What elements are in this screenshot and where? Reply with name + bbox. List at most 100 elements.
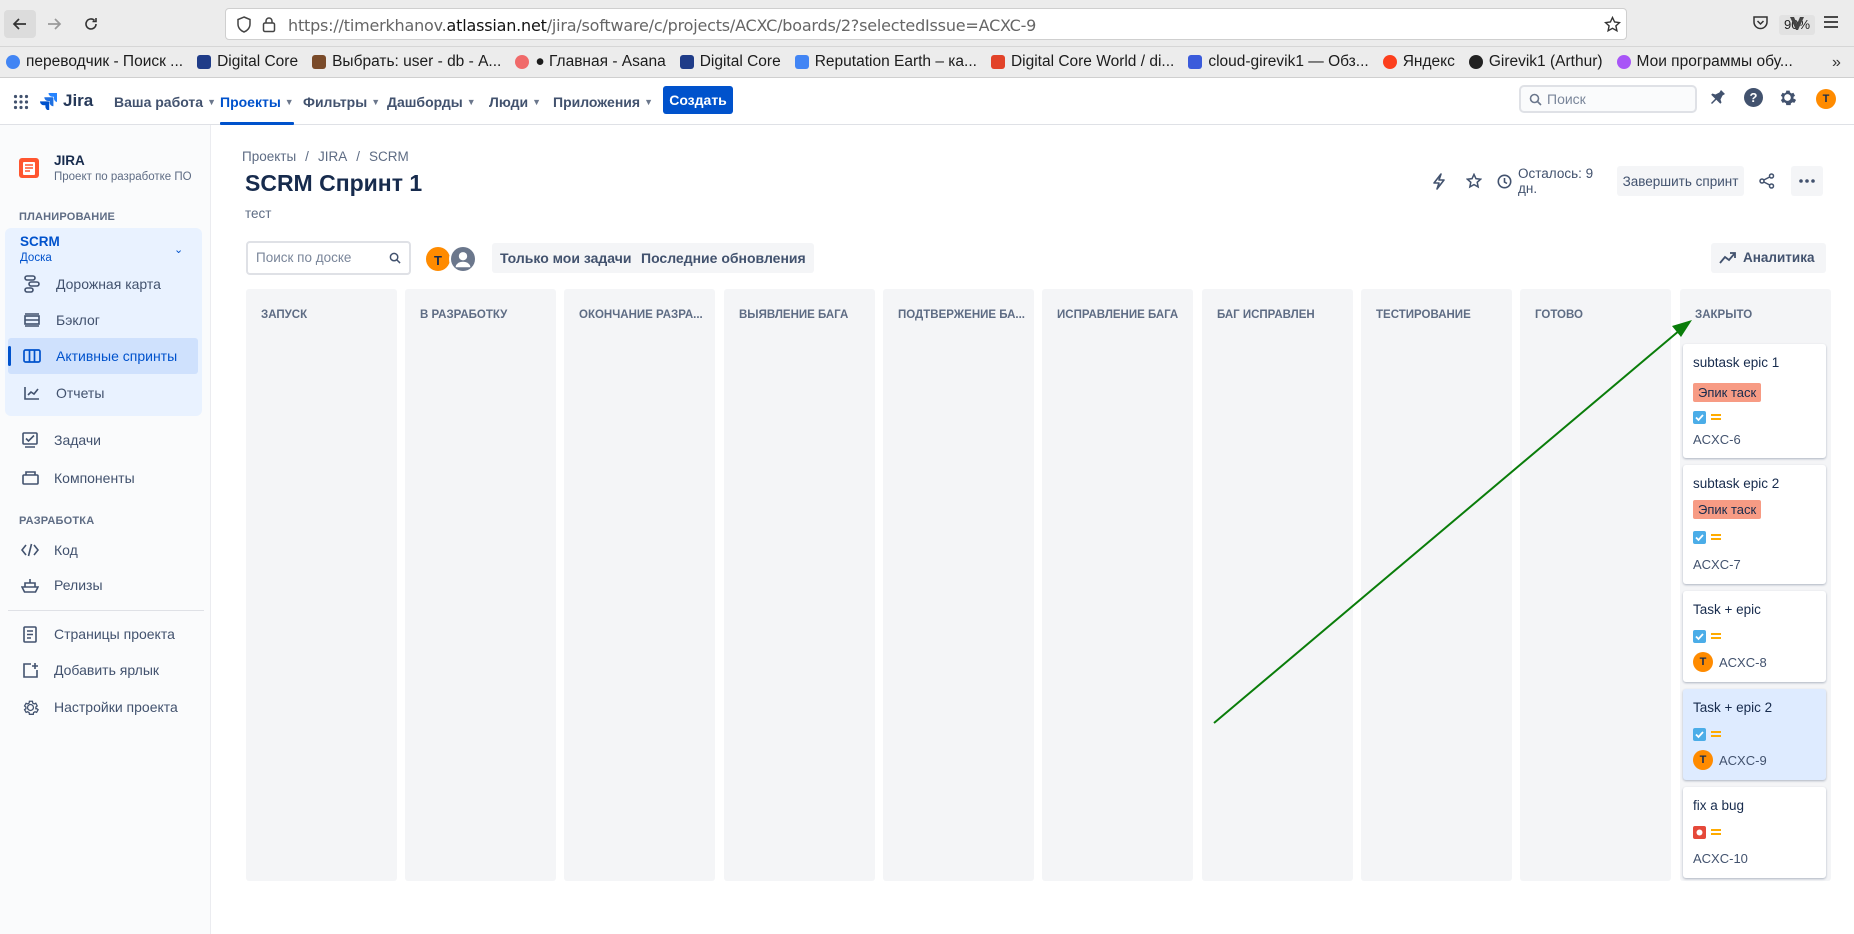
issue-card[interactable]: fix a bug ACXC-10 xyxy=(1683,787,1826,878)
nav-your-work[interactable]: Ваша работа ▼ xyxy=(114,78,216,125)
sidebar-item-roadmap[interactable]: Дорожная карта xyxy=(22,268,161,300)
breadcrumb-board[interactable]: SCRM xyxy=(369,149,409,164)
bookmark-item[interactable]: Выбрать: user - db - А... xyxy=(312,53,501,71)
sprint-goal: тест xyxy=(245,206,272,221)
reload-button[interactable] xyxy=(75,10,107,38)
sidebar-item-backlog[interactable]: Бэклог xyxy=(22,304,100,336)
unassigned-avatar-icon[interactable] xyxy=(449,245,477,273)
complete-sprint-button[interactable]: Завершить спринт xyxy=(1617,166,1744,196)
sidebar-item-components[interactable]: Компоненты xyxy=(20,462,135,494)
sidebar-divider xyxy=(8,610,204,611)
project-name[interactable]: JIRA xyxy=(54,153,85,168)
bookmark-item[interactable]: переводчик - Поиск ... xyxy=(6,53,183,71)
bookmark-item[interactable]: ● Главная - Asana xyxy=(515,53,666,71)
back-button[interactable] xyxy=(4,10,36,38)
more-actions-button[interactable] xyxy=(1791,166,1823,196)
board-column: ВЫЯВЛЕНИЕ БАГА xyxy=(724,289,875,881)
global-search-input[interactable]: Поиск xyxy=(1519,85,1697,113)
nav-people[interactable]: Люди ▼ xyxy=(489,78,541,125)
bookmark-item[interactable]: Digital Core World / di... xyxy=(990,53,1175,71)
issue-card-selected[interactable]: Task + epic 2 T ACXC-9 xyxy=(1683,689,1826,780)
card-title: subtask epic 1 xyxy=(1693,355,1780,370)
bookmark-item[interactable]: Яндекс xyxy=(1382,53,1455,71)
url-path: /jira/software/c/projects/ACXC/boards/2?… xyxy=(546,16,1037,35)
code-icon xyxy=(20,543,40,557)
nav-dashboards[interactable]: Дашборды ▼ xyxy=(387,78,476,125)
bookmark-label: Digital Core World / di... xyxy=(1010,53,1175,70)
sidebar-item-releases[interactable]: Релизы xyxy=(20,569,103,601)
forward-button[interactable] xyxy=(38,10,70,38)
nav-apps[interactable]: Приложения ▼ xyxy=(553,78,653,125)
settings-gear-icon[interactable] xyxy=(1778,88,1797,107)
sidebar-item-active-sprints[interactable]: Активные спринты xyxy=(22,340,177,372)
menu-icon[interactable] xyxy=(1823,15,1839,29)
bookmark-item[interactable]: cloud-girevik1 — Обз... xyxy=(1188,53,1369,71)
jira-logo[interactable]: Jira xyxy=(40,91,93,111)
sidebar-item-project-pages[interactable]: Страницы проекта xyxy=(20,618,175,650)
bookmark-star-icon[interactable] xyxy=(1604,16,1621,33)
bookmark-item[interactable]: Digital Core xyxy=(197,53,298,71)
bookmarks-overflow-icon[interactable]: » xyxy=(1832,54,1841,72)
insights-button[interactable]: Аналитика xyxy=(1711,243,1826,273)
assignee-avatar[interactable]: T xyxy=(1693,652,1713,672)
board-search-placeholder: Поиск по доске xyxy=(256,250,352,265)
issue-card[interactable]: subtask epic 2 Эпик таск ACXC-7 xyxy=(1683,465,1826,584)
column-title: ВЫЯВЛЕНИЕ БАГА xyxy=(739,309,849,321)
bookmark-item[interactable]: Мои программы обу... xyxy=(1616,53,1793,71)
nav-label: Проекты xyxy=(220,93,281,110)
sidebar-item-reports[interactable]: Отчеты xyxy=(22,377,104,409)
recently-updated-filter[interactable]: Последние обновления xyxy=(633,243,814,273)
bookmark-item[interactable]: Digital Core xyxy=(679,53,781,71)
url-bar[interactable]: https://timerkhanov.atlassian.net/jira/s… xyxy=(225,8,1815,40)
sidebar-item-label: Компоненты xyxy=(54,470,135,486)
assignee-avatar[interactable]: T xyxy=(1693,750,1713,770)
only-my-issues-filter[interactable]: Только мои задачи xyxy=(492,243,640,273)
nav-filters[interactable]: Фильтры ▼ xyxy=(303,78,380,125)
bookmark-item[interactable]: Girevik1 (Arthur) xyxy=(1468,53,1603,71)
help-icon[interactable]: ? xyxy=(1744,88,1763,107)
star-button[interactable] xyxy=(1463,166,1485,196)
column-title: ТЕСТИРОВАНИЕ xyxy=(1376,309,1471,321)
shield-icon[interactable] xyxy=(236,16,252,33)
app-switcher-icon[interactable] xyxy=(13,94,29,110)
notifications-icon[interactable] xyxy=(1708,89,1726,107)
ship-icon xyxy=(20,578,40,593)
epic-label[interactable]: Эпик таск xyxy=(1693,383,1762,402)
sidebar-item-issues[interactable]: Задачи xyxy=(20,424,101,456)
nav-projects[interactable]: Проекты ▼ xyxy=(220,78,294,125)
board-name[interactable]: SCRM xyxy=(20,234,60,249)
board-column: ТЕСТИРОВАНИЕ xyxy=(1361,289,1512,881)
sidebar-item-code[interactable]: Код xyxy=(20,534,78,566)
chevron-down-icon[interactable]: ⌄ xyxy=(174,243,183,256)
breadcrumb-projects[interactable]: Проекты xyxy=(242,149,296,164)
asana-icon xyxy=(515,55,530,69)
bookmark-label: Выбрать: user - db - А... xyxy=(332,53,502,70)
bookmark-item[interactable]: Reputation Earth – ка... xyxy=(794,53,977,71)
bug-icon xyxy=(1693,826,1706,839)
extension-v-icon[interactable] xyxy=(1789,15,1805,31)
task-checkbox-icon xyxy=(1693,531,1706,544)
card-title: Task + epic xyxy=(1693,602,1761,617)
automation-button[interactable] xyxy=(1428,166,1450,196)
sidebar-item-project-settings[interactable]: Настройки проекта xyxy=(20,691,178,723)
gitlab-icon xyxy=(990,55,1005,69)
lock-icon[interactable] xyxy=(262,16,276,33)
issue-card[interactable]: Task + epic T ACXC-8 xyxy=(1683,591,1826,682)
epic-label[interactable]: Эпик таск xyxy=(1693,500,1762,519)
pocket-icon[interactable] xyxy=(1752,15,1769,31)
url-text[interactable]: https://timerkhanov.atlassian.net/jira/s… xyxy=(288,16,1036,35)
breadcrumb-project[interactable]: JIRA xyxy=(318,149,347,164)
card-title: subtask epic 2 xyxy=(1693,476,1780,491)
create-button[interactable]: Создать xyxy=(663,86,733,114)
board-search-input[interactable]: Поиск по доске xyxy=(246,241,411,275)
sidebar-item-add-shortcut[interactable]: Добавить ярлык xyxy=(20,654,159,686)
share-button[interactable] xyxy=(1756,166,1778,196)
issue-card[interactable]: subtask epic 1 Эпик таск ACXC-6 xyxy=(1683,344,1826,458)
programs-icon xyxy=(1616,55,1631,69)
priority-medium-icon xyxy=(1710,533,1722,541)
project-type: Проект по разработке ПО xyxy=(54,171,192,183)
user-avatar[interactable]: T xyxy=(1816,89,1836,109)
reload-icon xyxy=(85,18,97,30)
nav-label: Дашборды xyxy=(387,93,463,110)
avatar-filter[interactable]: T xyxy=(424,245,452,273)
